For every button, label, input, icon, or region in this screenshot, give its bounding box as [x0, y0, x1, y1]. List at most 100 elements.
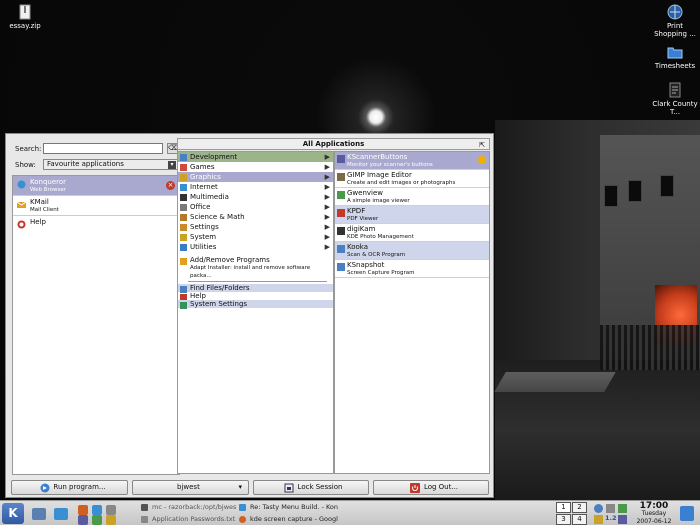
- category-item[interactable]: Internet ▶: [178, 182, 333, 192]
- wallpaper-window: [604, 185, 618, 207]
- category-item[interactable]: Games ▶: [178, 162, 333, 172]
- run-icon: [40, 483, 50, 493]
- action-item[interactable]: Help: [178, 292, 333, 301]
- log-out-button[interactable]: Log Out...: [373, 480, 489, 495]
- settings-icon[interactable]: [106, 505, 116, 515]
- category-item[interactable]: Graphics ▶: [178, 172, 333, 182]
- task-label: mc - razorback:/opt/bjwest: [152, 503, 236, 511]
- desktop-icon-print-shopping[interactable]: Print Shopping ...: [650, 4, 700, 38]
- category-label: System: [190, 233, 217, 241]
- favourite-item-help[interactable]: Help: [13, 216, 179, 229]
- desktop-icon-label: essay.zip: [9, 22, 41, 30]
- favourite-name: Konqueror: [30, 178, 67, 186]
- remove-favourite-icon[interactable]: ×: [166, 181, 175, 190]
- desktop-show-icon[interactable]: [32, 508, 46, 520]
- browser-icon[interactable]: [92, 505, 102, 515]
- category-label: Science & Math: [190, 213, 245, 221]
- clipboard-icon[interactable]: [618, 504, 627, 513]
- category-icon: [180, 214, 187, 221]
- power-icon: [410, 483, 420, 493]
- chevron-right-icon: ▶: [324, 243, 330, 251]
- speaker-icon[interactable]: [618, 515, 627, 524]
- desktop-icon-timesheets[interactable]: Timesheets: [650, 44, 700, 70]
- application-item[interactable]: Gwenview A simple image viewer: [335, 188, 489, 206]
- application-item[interactable]: KSnapshot Screen Capture Program: [335, 260, 489, 278]
- application-desc: KDE Photo Management: [347, 234, 414, 240]
- category-label: Multimedia: [190, 193, 229, 201]
- printer-icon[interactable]: [606, 504, 615, 513]
- category-icon: [180, 244, 187, 251]
- desktop-icon-essay-zip[interactable]: essay.zip: [0, 4, 50, 30]
- chevron-down-icon: ▾: [168, 161, 176, 169]
- category-icon: [180, 224, 187, 231]
- application-item[interactable]: Kooka Scan & OCR Program: [335, 242, 489, 260]
- trash-icon[interactable]: [680, 506, 694, 521]
- notes-icon[interactable]: [594, 515, 603, 524]
- pager-desktop-4[interactable]: 4: [572, 514, 587, 525]
- application-item[interactable]: GIMP Image Editor Create and edit images …: [335, 170, 489, 188]
- lock-session-button[interactable]: Lock Session: [253, 480, 369, 495]
- kde-application-menu: Search: ⌫ Show: Favourite applications ▾…: [5, 133, 494, 498]
- run-program-button[interactable]: Run program...: [11, 480, 128, 495]
- action-item[interactable]: Find Files/Folders: [178, 284, 333, 293]
- office-icon[interactable]: [92, 515, 102, 525]
- pager-desktop-3[interactable]: 3: [556, 514, 571, 525]
- network-icon[interactable]: [594, 504, 603, 513]
- document-icon: [669, 82, 681, 98]
- clock[interactable]: 17:00 Tuesday 2007-06-12: [632, 502, 676, 525]
- user-dropdown-label: bjwest: [177, 483, 200, 491]
- category-icon: [180, 194, 187, 201]
- chevron-right-icon: ▶: [324, 223, 330, 231]
- chevron-down-icon: ▾: [238, 483, 242, 491]
- application-icon: [337, 209, 345, 217]
- category-item[interactable]: Multimedia ▶: [178, 192, 333, 202]
- desktop-icon-clark-county[interactable]: Clark County T...: [650, 82, 700, 116]
- add-favourite-icon[interactable]: [478, 156, 486, 164]
- application-name: KPDF: [347, 207, 366, 215]
- kde-panel: K mc - razorback:/opt/bjwest Re: Tasty M…: [0, 500, 700, 525]
- category-item[interactable]: Office ▶: [178, 202, 333, 212]
- category-label: Utilities: [190, 243, 217, 251]
- category-item[interactable]: Utilities ▶: [178, 242, 333, 252]
- action-label: Help: [190, 292, 206, 300]
- category-item[interactable]: System ▶: [178, 232, 333, 242]
- action-list: Add/Remove Programs Adapt Installer: inst…: [178, 256, 333, 309]
- user-dropdown[interactable]: bjwest ▾: [132, 480, 249, 495]
- kmail-launcher-icon[interactable]: [106, 515, 116, 525]
- action-item[interactable]: System Settings: [178, 300, 333, 309]
- chevron-right-icon: ▶: [324, 233, 330, 241]
- favourite-item-konqueror[interactable]: Konqueror Web Browser ×: [13, 176, 179, 196]
- category-item[interactable]: Development ▶: [178, 152, 333, 162]
- terminal-icon[interactable]: [78, 515, 88, 525]
- application-desc: Scan & OCR Program: [347, 252, 406, 258]
- application-item[interactable]: KPDF PDF Viewer: [335, 206, 489, 224]
- category-item[interactable]: Settings ▶: [178, 222, 333, 232]
- taskbar-task[interactable]: mc - razorback:/opt/bjwest: [140, 502, 236, 513]
- text-file-icon: [141, 516, 148, 523]
- konqueror-icon: [17, 180, 26, 189]
- application-item[interactable]: digiKam KDE Photo Management: [335, 224, 489, 242]
- show-dropdown[interactable]: Favourite applications ▾: [43, 159, 178, 170]
- search-input[interactable]: [43, 143, 163, 154]
- pager-desktop-1[interactable]: 1: [556, 502, 571, 513]
- application-item[interactable]: KScannerButtons Monitor your scanner's bu…: [335, 152, 489, 170]
- globe-icon: [667, 4, 683, 20]
- application-icon: [337, 173, 345, 181]
- application-desc: A simple image viewer: [347, 198, 410, 204]
- category-item[interactable]: Science & Math ▶: [178, 212, 333, 222]
- action-item[interactable]: Add/Remove Programs Adapt Installer: inst…: [178, 256, 333, 280]
- blue-folder-icon: [667, 47, 683, 59]
- tray-text: 1.2: [605, 514, 617, 522]
- kde-start-button[interactable]: K: [2, 503, 24, 524]
- applications-pane: KScannerButtons Monitor your scanner's bu…: [334, 151, 490, 474]
- application-desc: Screen Capture Program: [347, 270, 415, 276]
- taskbar-task[interactable]: Application Passwords.txt: [140, 514, 236, 525]
- firefox-icon[interactable]: [78, 505, 88, 515]
- home-folder-icon[interactable]: [54, 508, 68, 520]
- kde-logo-icon: K: [8, 506, 18, 520]
- taskbar-task[interactable]: kde screen capture - Googl: [238, 514, 338, 525]
- pager-desktop-2[interactable]: 2: [572, 502, 587, 513]
- favourite-item-kmail[interactable]: KMail Mail Client: [13, 196, 179, 216]
- taskbar-task[interactable]: Re: Tasty Menu Build. - Kon: [238, 502, 338, 513]
- back-arrow-icon[interactable]: ⇱: [479, 140, 485, 151]
